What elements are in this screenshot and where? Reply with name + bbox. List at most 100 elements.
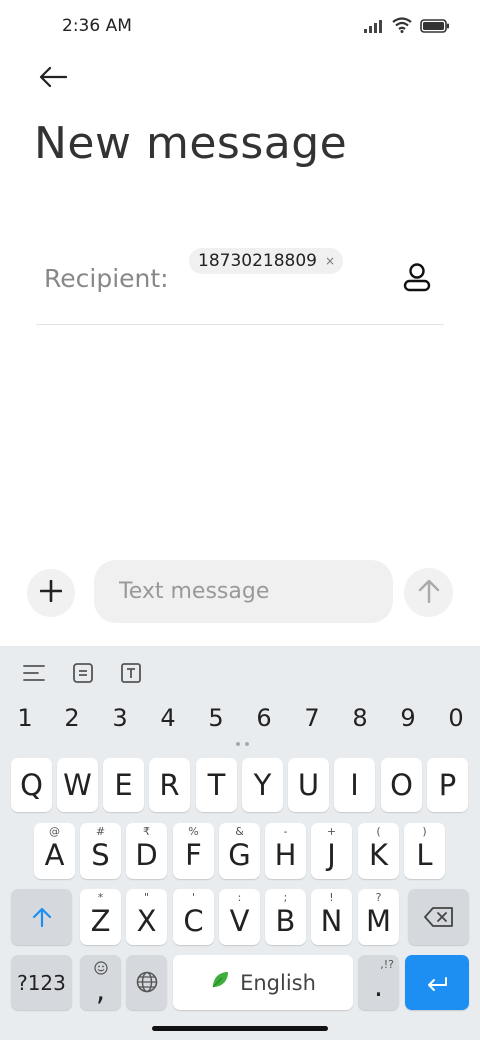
key-x[interactable]: " X (126, 889, 167, 945)
text-align-icon[interactable] (21, 660, 47, 686)
keyboard: 1 2 3 4 5 6 7 8 9 0 Q W E R T Y U I O P … (0, 646, 480, 1040)
key-9[interactable]: 9 (390, 704, 426, 732)
chip-remove-icon[interactable]: × (325, 254, 335, 268)
key-g-hint: & (235, 825, 244, 838)
key-i[interactable]: I (334, 758, 375, 812)
shift-key[interactable] (11, 889, 72, 945)
key-e[interactable]: E (103, 758, 144, 812)
key-b-label: B (275, 904, 296, 938)
text-message-input[interactable] (94, 560, 393, 623)
signal-icon (364, 18, 384, 37)
key-d-hint: ₹ (143, 825, 150, 838)
text-format-icon[interactable] (118, 660, 144, 686)
key-z[interactable]: * Z (80, 889, 121, 945)
battery-icon (420, 18, 450, 37)
person-icon (403, 262, 431, 296)
shift-arrow-icon (32, 900, 52, 934)
attach-button[interactable] (27, 569, 75, 617)
key-1[interactable]: 1 (7, 704, 43, 732)
key-m-label: M (365, 904, 392, 938)
recipient-chip[interactable]: 18730218809 × (189, 248, 344, 274)
key-h-label: H (274, 838, 297, 872)
key-n-hint: ! (329, 891, 334, 904)
key-s[interactable]: # S (80, 823, 121, 879)
period-label: . (373, 968, 384, 1003)
key-c-label: C (183, 904, 204, 938)
enter-icon (426, 966, 448, 1000)
key-0[interactable]: 0 (438, 704, 474, 732)
key-l[interactable]: ) L (404, 823, 445, 879)
page-indicator (236, 742, 254, 748)
key-b[interactable]: ; B (265, 889, 306, 945)
key-r[interactable]: R (149, 758, 190, 812)
key-m[interactable]: ? M (358, 889, 399, 945)
key-5[interactable]: 5 (198, 704, 234, 732)
key-g-label: G (228, 838, 251, 872)
key-c[interactable]: ' C (173, 889, 214, 945)
status-time: 2:36 AM (62, 16, 132, 36)
key-l-label: L (416, 838, 433, 872)
key-l-hint: ) (422, 825, 427, 838)
key-8[interactable]: 8 (342, 704, 378, 732)
clipboard-icon[interactable] (70, 660, 96, 686)
key-j-hint: + (326, 825, 337, 838)
key-n[interactable]: ! N (311, 889, 352, 945)
key-a[interactable]: @ A (34, 823, 75, 879)
keyboard-toolbar (0, 646, 480, 698)
key-3[interactable]: 3 (102, 704, 138, 732)
key-6[interactable]: 6 (246, 704, 282, 732)
key-d[interactable]: ₹ D (126, 823, 167, 879)
key-g[interactable]: & G (219, 823, 260, 879)
emoji-icon (80, 961, 121, 978)
key-b-hint: ; (283, 891, 288, 904)
key-k[interactable]: (K (358, 823, 399, 879)
back-button[interactable] (36, 62, 70, 96)
key-q[interactable]: Q (11, 758, 52, 812)
key-h-hint: - (283, 825, 288, 838)
send-button[interactable] (404, 568, 453, 617)
space-key-label: English (240, 970, 316, 995)
backspace-key[interactable] (408, 889, 469, 945)
key-o[interactable]: O (381, 758, 422, 812)
key-n-label: N (320, 904, 343, 938)
key-z-hint: * (97, 891, 104, 904)
key-v-label: V (229, 904, 250, 938)
key-v-hint: : (237, 891, 242, 904)
key-2[interactable]: 2 (54, 704, 90, 732)
enter-key[interactable] (405, 955, 469, 1010)
key-w[interactable]: W (57, 758, 98, 812)
key-a-label: A (44, 838, 65, 872)
period-key[interactable]: ,!? . (358, 955, 399, 1010)
key-j[interactable]: + J (311, 823, 352, 879)
backspace-icon (423, 900, 454, 934)
globe-icon (136, 966, 158, 1000)
key-k-hint: ( (376, 825, 381, 838)
message-composer (0, 558, 480, 626)
key-4[interactable]: 4 (150, 704, 186, 732)
key-x-label: X (136, 904, 157, 938)
key-p[interactable]: P (427, 758, 468, 812)
key-h[interactable]: -H (265, 823, 306, 879)
symbols-key[interactable]: ?123 (11, 955, 72, 1010)
key-z-label: Z (90, 904, 111, 938)
key-u[interactable]: U (288, 758, 329, 812)
home-indicator[interactable] (152, 1026, 328, 1031)
key-7[interactable]: 7 (294, 704, 330, 732)
key-y[interactable]: Y (242, 758, 283, 812)
contacts-button[interactable] (400, 262, 434, 296)
key-x-hint: " (143, 891, 150, 904)
recipient-chip-number: 18730218809 (198, 251, 317, 271)
language-key[interactable] (126, 955, 167, 1010)
back-arrow-icon (39, 66, 68, 91)
recipient-field[interactable]: Recipient: 18730218809 × (36, 240, 444, 325)
arrow-up-icon (418, 579, 440, 607)
wifi-icon (392, 17, 412, 37)
key-j-label: J (327, 838, 336, 872)
key-t[interactable]: T (196, 758, 237, 812)
space-key[interactable]: English (173, 955, 353, 1010)
status-bar: 2:36 AM (0, 0, 480, 56)
emoji-comma-key[interactable]: , (80, 955, 121, 1010)
key-v[interactable]: :V (219, 889, 260, 945)
key-f[interactable]: % F (173, 823, 214, 879)
plus-icon (39, 579, 63, 606)
